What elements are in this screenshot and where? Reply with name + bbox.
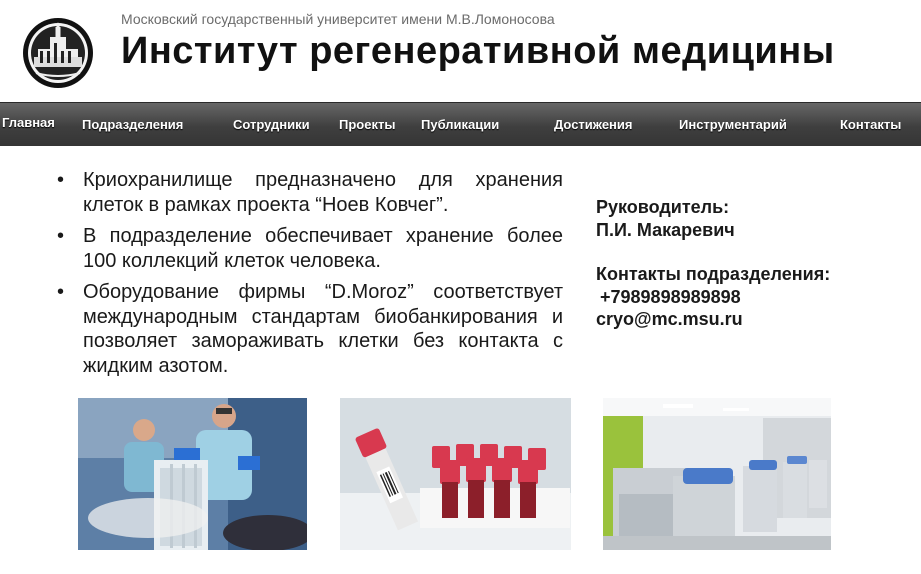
photo-cryo-storage xyxy=(603,398,831,550)
head-name: П.И. Макаревич xyxy=(596,219,735,240)
description-list: Криохранилище предназначено для хранения… xyxy=(55,168,563,385)
contact-panel: Руководитель: П.И. Макаревич Контакты по… xyxy=(596,196,830,331)
university-name: Московский государственный университет и… xyxy=(121,11,555,27)
list-item: Оборудование фирмы “D.Moroz” соответству… xyxy=(55,280,563,378)
contacts-label: Контакты подразделения: xyxy=(596,264,831,284)
nav-item-achievements[interactable]: Достижения xyxy=(554,117,632,132)
nav-item-staff[interactable]: Сотрудники xyxy=(233,117,310,132)
photo-sample-tubes xyxy=(340,398,571,550)
nav-item-tools[interactable]: Инструментарий xyxy=(679,117,787,132)
main-nav: Главная Подразделения Сотрудники Проекты… xyxy=(0,102,921,146)
nav-item-contacts[interactable]: Контакты xyxy=(840,117,901,132)
nav-item-publications[interactable]: Публикации xyxy=(421,117,499,132)
nav-item-projects[interactable]: Проекты xyxy=(339,117,395,132)
nav-item-departments[interactable]: Подразделения xyxy=(82,117,183,132)
nav-item-home[interactable]: Главная xyxy=(2,115,55,130)
list-item: В подразделение обеспечивает хранение бо… xyxy=(55,224,563,273)
email-link[interactable]: cryo@mc.msu.ru xyxy=(596,308,830,331)
msu-logo-icon[interactable] xyxy=(22,17,94,89)
head-label: Руководитель: xyxy=(596,197,730,217)
phone-number[interactable]: +7989898989898 xyxy=(596,286,830,309)
institute-title: Институт регенеративной медицины xyxy=(121,30,835,72)
list-item: Криохранилище предназначено для хранения… xyxy=(55,168,563,217)
photo-lab-workers xyxy=(78,398,307,550)
